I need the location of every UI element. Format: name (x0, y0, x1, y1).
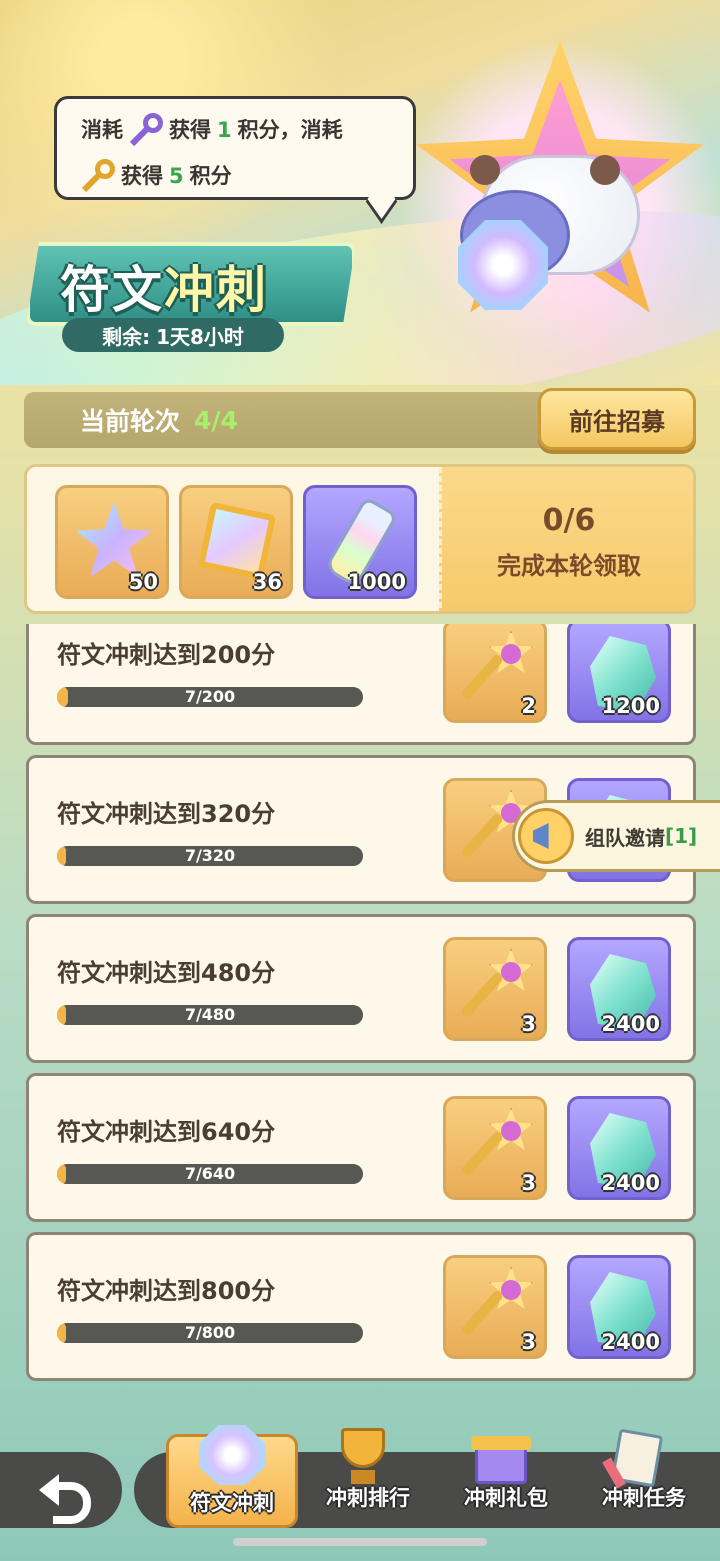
reward-slot[interactable]: 2400 (567, 1255, 671, 1359)
page-title: 符文冲刺 (60, 261, 268, 319)
task-list[interactable]: 符文冲刺达到200分 7/200 2 1200 符文冲刺达到320分 7/320… (0, 624, 720, 1394)
tab-sprint-gift[interactable]: 冲刺礼包 (441, 1428, 571, 1532)
clipboard-icon (602, 1428, 665, 1489)
go-recruit-button[interactable]: 前往招募 (538, 388, 696, 450)
tab-sprint-ranking[interactable]: 冲刺排行 (303, 1428, 433, 1532)
task-row: 符文冲刺达到640分 7/640 3 2400 (26, 1073, 696, 1222)
tab-sprint-tasks[interactable]: 冲刺任务 (579, 1428, 709, 1532)
reward-slot[interactable]: 2400 (567, 1096, 671, 1200)
reward-slot[interactable]: 2400 (567, 937, 671, 1041)
reward-slot[interactable]: 1000 (303, 485, 417, 599)
points-tip-bubble: 消耗 获得 1 积分，消耗 获得 5 积分 (54, 96, 416, 200)
bottom-nav: 符文冲刺 冲刺排行 冲刺礼包 冲刺任务 (0, 1425, 720, 1561)
reward-slot[interactable]: 50 (55, 485, 169, 599)
round-progress: 0/6 (542, 503, 596, 538)
sheep-mascot (440, 150, 640, 310)
back-button[interactable] (0, 1452, 122, 1528)
gift-icon (471, 1428, 531, 1484)
gold-key-icon (81, 159, 115, 193)
purple-key-icon (129, 113, 163, 147)
home-indicator (233, 1538, 487, 1546)
round-claim-area[interactable]: 0/6 完成本轮领取 (439, 467, 693, 611)
reward-slot[interactable]: 3 (443, 1255, 547, 1359)
reward-slot[interactable]: 3 (443, 937, 547, 1041)
claim-hint: 完成本轮领取 (497, 552, 641, 580)
task-row: 符文冲刺达到480分 7/480 3 2400 (26, 914, 696, 1063)
round-reward-card: 50 36 1000 0/6 完成本轮领取 (24, 464, 696, 614)
progress-bar: 7/200 (57, 687, 363, 707)
trophy-icon (333, 1428, 393, 1486)
progress-bar: 7/800 (57, 1323, 363, 1343)
task-row: 符文冲刺达到200分 7/200 2 1200 (26, 624, 696, 745)
time-remaining: 剩余: 1天8小时 (62, 318, 284, 352)
progress-bar: 7/640 (57, 1164, 363, 1184)
progress-bar: 7/480 (57, 1005, 363, 1025)
reward-slot[interactable]: 1200 (567, 624, 671, 723)
reward-slot[interactable]: 3 (443, 1096, 547, 1200)
rainbow-cube-icon (197, 501, 277, 581)
rune-gem-icon (458, 220, 548, 310)
reward-slot[interactable]: 2 (443, 624, 547, 723)
tab-rune-sprint[interactable]: 符文冲刺 (166, 1425, 298, 1528)
gem-icon (199, 1425, 265, 1485)
megaphone-icon (518, 808, 574, 864)
back-arrow-icon (39, 1470, 91, 1524)
progress-bar: 7/320 (57, 846, 363, 866)
task-row: 符文冲刺达到800分 7/800 3 2400 (26, 1232, 696, 1381)
reward-slot[interactable]: 36 (179, 485, 293, 599)
